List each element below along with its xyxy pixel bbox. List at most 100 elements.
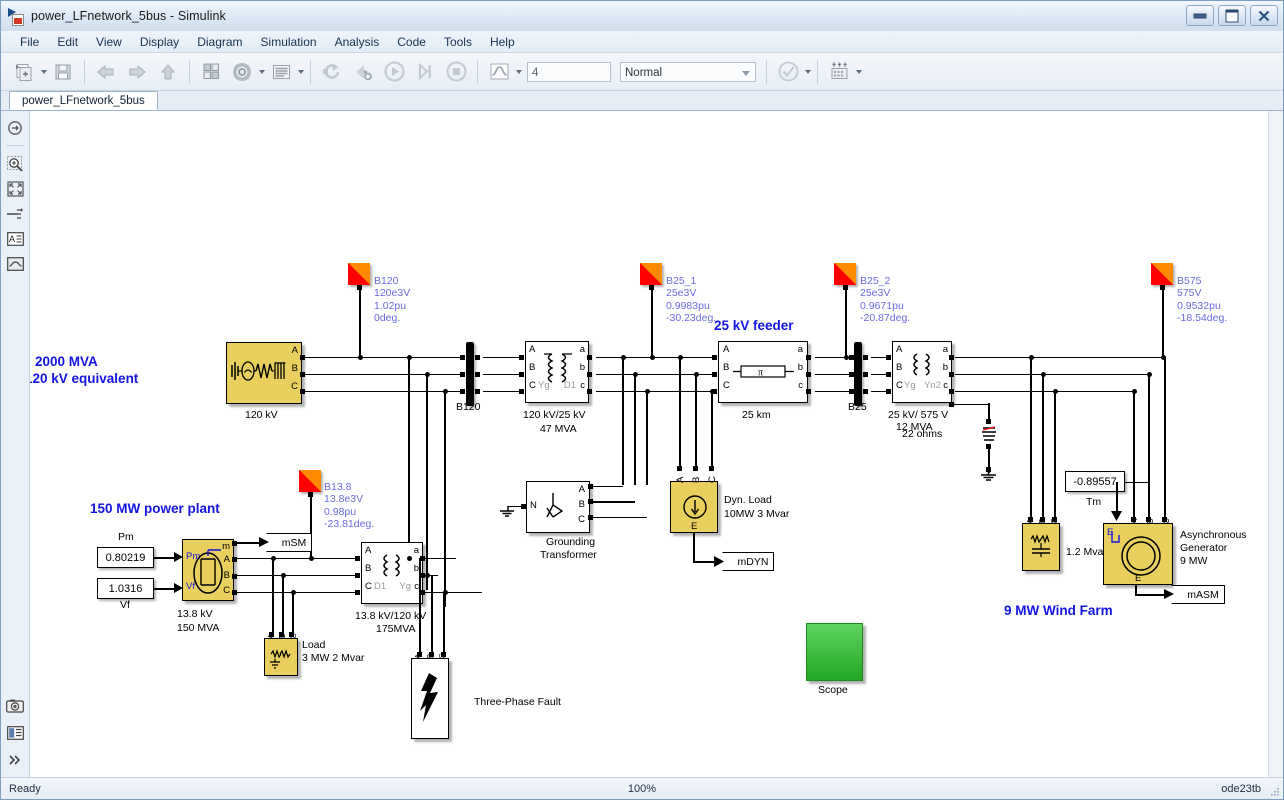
block-transformer-120kv-25kv[interactable]: A B C a b c Yg D1: [525, 341, 589, 403]
back-button[interactable]: [91, 58, 121, 86]
model-configuration-button[interactable]: [227, 58, 257, 86]
port: [475, 371, 480, 377]
block-feeder-25km[interactable]: A B C a b c π: [718, 341, 808, 403]
block-asynchronous-generator[interactable]: E A B C E: [1103, 518, 1173, 585]
stop-button[interactable]: [441, 58, 471, 86]
fast-restart-button[interactable]: [348, 58, 378, 86]
maximize-button[interactable]: [1218, 5, 1246, 26]
block-transformer-25kv-575v[interactable]: A B C a b c Yg Yn2: [892, 341, 952, 403]
bus-name: B25_1: [666, 275, 697, 287]
stop-time-input[interactable]: 4: [527, 61, 611, 82]
bus-name: B575: [1177, 275, 1202, 287]
resize-grip-icon[interactable]: [1270, 787, 1280, 797]
scope-viewer-icon[interactable]: [5, 255, 25, 273]
block-three-phase-fault[interactable]: A B C: [411, 653, 449, 739]
model-explorer-caret-icon[interactable]: [298, 69, 304, 74]
camera-icon[interactable]: [5, 697, 25, 715]
close-button[interactable]: [1250, 5, 1278, 26]
port-label-A: A: [723, 344, 730, 355]
annotation-9mw-wind-farm: 9 MW Wind Farm: [1004, 603, 1113, 618]
port: [519, 354, 524, 360]
port: [475, 388, 480, 394]
port-label-B: B: [426, 653, 435, 659]
menu-help[interactable]: Help: [481, 33, 524, 51]
update-diagram-button[interactable]: [317, 58, 347, 86]
step-forward-button[interactable]: [410, 58, 440, 86]
model-canvas[interactable]: 2000 MVA 120 kV equivalent 150 MW power …: [30, 111, 1268, 777]
measurement-flag-b575[interactable]: [1151, 263, 1173, 285]
block-synchronous-machine[interactable]: Pm Vf m A B C: [182, 539, 234, 601]
menu-code[interactable]: Code: [388, 33, 435, 51]
measurement-flag-b25-1[interactable]: [640, 263, 662, 285]
wire-xfmr-hv-c: [424, 591, 482, 594]
transformer-winding-icon: [544, 353, 572, 383]
forward-button[interactable]: [122, 58, 152, 86]
block-dynamic-load[interactable]: A B C E: [670, 476, 718, 533]
wire-tap-dyn-b: [695, 374, 697, 468]
model-advisor-button[interactable]: [773, 58, 803, 86]
new-model-caret-icon[interactable]: [41, 69, 47, 74]
menu-simulation[interactable]: Simulation: [252, 33, 326, 51]
port-label-b: b: [579, 362, 585, 373]
block-source-120kv[interactable]: A B C: [226, 342, 302, 404]
minimize-button[interactable]: [1186, 5, 1214, 26]
goto-mdyn[interactable]: mDYN: [722, 552, 774, 571]
measurement-flag-b13-8[interactable]: [299, 470, 321, 492]
model-explorer-button[interactable]: [266, 58, 296, 86]
port-label-c: c: [798, 380, 803, 391]
fit-to-view-icon[interactable]: [5, 180, 25, 198]
build-model-button[interactable]: [824, 58, 854, 86]
up-to-parent-button[interactable]: [153, 58, 183, 86]
model-configuration-caret-icon[interactable]: [259, 69, 265, 74]
measurement-flag-b25-2[interactable]: [834, 263, 856, 285]
expand-icon[interactable]: [5, 751, 25, 769]
block-load-3mw[interactable]: A B C: [264, 633, 298, 676]
back-arrow-icon: [97, 64, 114, 79]
goto-msm[interactable]: mSM: [266, 533, 312, 552]
wire-tap-gt-c: [646, 391, 648, 485]
wire-575-b: [955, 373, 1149, 376]
simulation-data-inspector-button[interactable]: [484, 58, 514, 86]
bus-name: B25_2: [860, 275, 891, 287]
simulation-mode-select[interactable]: Normal: [620, 61, 756, 82]
constant-pm[interactable]: 0.80219: [97, 547, 154, 568]
goto-masm[interactable]: mASM: [1171, 585, 1225, 604]
menu-diagram[interactable]: Diagram: [188, 33, 251, 51]
menu-tools[interactable]: Tools: [435, 33, 481, 51]
annotation-icon[interactable]: A: [5, 230, 25, 248]
block-transformer-138kv-120kv[interactable]: A B C a b c D1 Yg: [361, 542, 423, 604]
constant-vf[interactable]: 1.0316: [97, 578, 154, 599]
new-model-button[interactable]: [9, 58, 39, 86]
model-layers-icon[interactable]: [5, 724, 25, 742]
bus-angle: -18.54deg.: [1177, 312, 1228, 325]
zoom-in-icon[interactable]: [5, 155, 25, 173]
bus-bar-b120[interactable]: [466, 342, 474, 406]
menu-edit[interactable]: Edit: [48, 33, 87, 51]
library-browser-button[interactable]: [196, 58, 226, 86]
stop-icon: [446, 61, 466, 82]
block-capacitor-bank[interactable]: A B C: [1022, 518, 1060, 571]
scope-label: Scope: [818, 684, 848, 696]
run-button[interactable]: [379, 58, 409, 86]
menu-analysis[interactable]: Analysis: [326, 33, 389, 51]
simulation-data-inspector-caret-icon[interactable]: [516, 69, 522, 74]
menu-view[interactable]: View: [87, 33, 131, 51]
port: [355, 572, 360, 578]
signal-routing-icon[interactable]: [5, 205, 25, 223]
measurement-flag-b120[interactable]: [348, 263, 370, 285]
bus-bar-b25[interactable]: [854, 342, 862, 406]
model-advisor-caret-icon[interactable]: [805, 69, 811, 74]
save-button[interactable]: [48, 58, 78, 86]
wire-gt-a: [593, 485, 623, 488]
port-label-b: b: [942, 362, 948, 373]
wire-120kv-phase-c: [305, 390, 461, 393]
navigate-icon[interactable]: [5, 119, 25, 137]
block-scope[interactable]: [806, 623, 863, 681]
block-grounding-transformer[interactable]: N A B C: [526, 481, 590, 533]
tab-power-lfnetwork-5bus[interactable]: power_LFnetwork_5bus: [9, 91, 158, 110]
build-model-caret-icon[interactable]: [856, 69, 862, 74]
menu-display[interactable]: Display: [131, 33, 188, 51]
measurement-b120: B120 120e3V 1.02pu 0deg.: [374, 275, 410, 325]
menu-file[interactable]: File: [11, 33, 48, 51]
vertical-scrollbar[interactable]: [1268, 111, 1283, 777]
